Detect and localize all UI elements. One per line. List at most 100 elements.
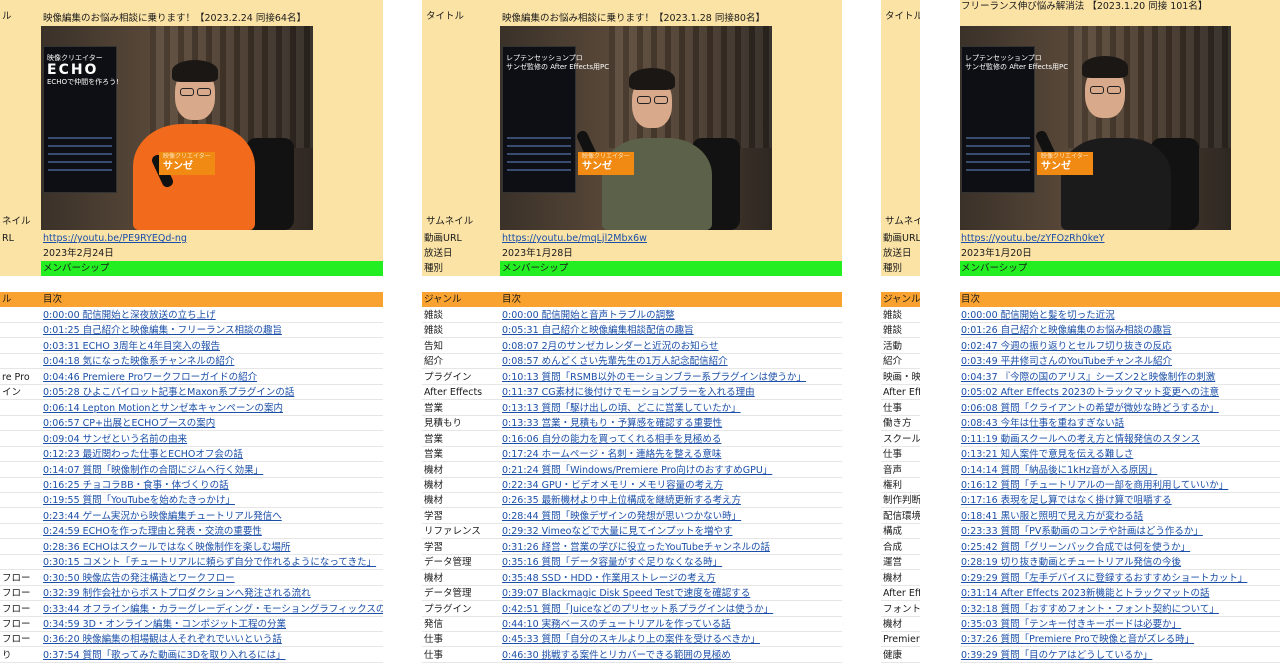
toc-entry-link[interactable]: 0:06:57 CP+出展とECHOブースの案内 (43, 418, 215, 429)
toc-entry-link[interactable]: 0:03:49 平井修司さんのYouTubeチャンネル紹介 (961, 356, 1172, 367)
toc-cell[interactable]: 0:33:44 オフライン編集・カラーグレーディング・モーショングラフィックスの… (41, 602, 383, 617)
toc-entry-link[interactable]: 0:06:08 質問「クライアントの希望が微妙な時どうするか」 (961, 403, 1219, 414)
toc-cell[interactable]: 0:28:36 ECHOはスクールではなく映像制作を楽しむ場所 (41, 540, 383, 555)
toc-cell[interactable]: 0:04:18 気になった映像系チャンネルの紹介 (41, 354, 383, 369)
toc-entry-link[interactable]: 0:30:15 コメント「チュートリアルに頼らず自分で作れるようになってきた」 (43, 557, 376, 568)
toc-cell[interactable]: 0:36:20 映像編集の相場観は人それぞれでいいという話 (41, 632, 383, 647)
toc-cell[interactable]: 0:42:51 質問「Juiceなどのプリセット系プラグインは使うか」 (500, 602, 842, 617)
toc-entry-link[interactable]: 0:34:59 3D・オンライン編集・コンポジット工程の分業 (43, 619, 286, 630)
toc-cell[interactable]: 0:13:13 質問「駆け出しの頃、どこに営業していたか」 (500, 401, 842, 416)
toc-entry-link[interactable]: 0:17:24 ホームページ・名刺・連絡先を整える意味 (502, 449, 721, 460)
toc-entry-link[interactable]: 0:16:25 チョコラBB・食事・体づくりの話 (43, 480, 229, 491)
toc-cell[interactable]: 0:11:19 動画スクールへの考え方と情報発信のスタンス (959, 432, 1280, 447)
toc-cell[interactable]: 0:35:16 質問「データ容量がすぐ足りなくなる時」 (500, 555, 842, 570)
toc-entry-link[interactable]: 0:00:00 配信開始と深夜放送の立ち上げ (43, 310, 216, 321)
toc-cell[interactable]: 0:34:59 3D・オンライン編集・コンポジット工程の分業 (41, 617, 383, 632)
toc-entry-link[interactable]: 0:11:37 CG素材に後付けでモーションブラーを入れる理由 (502, 387, 755, 398)
toc-entry-link[interactable]: 0:25:42 質問「グリーンバック合成では何を使うか」 (961, 542, 1190, 553)
toc-cell[interactable]: 0:09:04 サンゼという名前の由来 (41, 432, 383, 447)
toc-cell[interactable]: 0:32:18 質問「おすすめフォント・フォント契約について」 (959, 602, 1280, 617)
toc-cell[interactable]: 0:25:42 質問「グリーンバック合成では何を使うか」 (959, 540, 1280, 555)
toc-entry-link[interactable]: 0:02:47 今週の振り返りとセルフ切り抜きの反応 (961, 341, 1172, 352)
toc-entry-link[interactable]: 0:04:37 『今際の国のアリス』シーズン2と映像制作の刺激 (961, 372, 1215, 383)
toc-cell[interactable]: 0:45:33 質問「自分のスキルより上の案件を受けるべきか」 (500, 632, 842, 647)
toc-entry-link[interactable]: 0:35:16 質問「データ容量がすぐ足りなくなる時」 (502, 557, 722, 568)
toc-entry-link[interactable]: 0:29:29 質問「左手デバイスに登録するおすすめショートカット」 (961, 573, 1247, 584)
toc-cell[interactable]: 0:24:59 ECHOを作った理由と発表・交流の重要性 (41, 524, 383, 539)
toc-cell[interactable]: 0:32:39 制作会社からポストプロダクションへ発注される流れ (41, 586, 383, 601)
toc-entry-link[interactable]: 0:13:21 知人案件で意見を伝える難しさ (961, 449, 1133, 460)
video-thumbnail[interactable]: 映像クリエイター サンゼ レプテンセッションプロ サンゼ監修の After Eff… (959, 26, 1231, 230)
toc-cell[interactable]: 0:12:23 最近関わった仕事とECHOオフ会の話 (41, 447, 383, 462)
toc-cell[interactable]: 0:08:43 今年は仕事を重ねすぎない話 (959, 416, 1280, 431)
toc-cell[interactable]: 0:35:03 質問「テンキー付きキーボードは必要か」 (959, 617, 1280, 632)
toc-entry-link[interactable]: 0:30:50 映像広告の発注構造とワークフロー (43, 573, 235, 584)
toc-cell[interactable]: 0:00:00 配信開始と音声トラブルの調整 (500, 308, 842, 323)
toc-cell[interactable]: 0:19:55 質問「YouTubeを始めたきっかけ」 (41, 493, 383, 508)
toc-cell[interactable]: 0:37:54 質問「歌ってみた動画に3Dを取り入れるには」 (41, 648, 383, 663)
toc-cell[interactable]: 0:31:14 After Effects 2023新機能とトラックマットの話 (959, 586, 1280, 601)
toc-cell[interactable]: 0:23:33 質問「PV系動画のコンテや計画はどう作るか」 (959, 524, 1280, 539)
toc-cell[interactable]: 0:39:07 Blackmagic Disk Speed Testで速度を確認… (500, 586, 842, 601)
toc-entry-link[interactable]: 0:08:43 今年は仕事を重ねすぎない話 (961, 418, 1124, 429)
toc-entry-link[interactable]: 0:39:29 質問「目のケアはどうしているか」 (961, 650, 1152, 661)
toc-cell[interactable]: 0:05:02 After Effects 2023のトラックマット変更への注意 (959, 385, 1280, 400)
toc-entry-link[interactable]: 0:39:07 Blackmagic Disk Speed Testで速度を確認… (502, 588, 750, 599)
toc-entry-link[interactable]: 0:21:24 質問「Windows/Premiere Pro向けのおすすめGP… (502, 465, 772, 476)
toc-entry-link[interactable]: 0:37:26 質問「Premiere Proで映像と音がズレる時」 (961, 634, 1194, 645)
toc-entry-link[interactable]: 0:14:07 質問「映像制作の合間にジムへ行く効果」 (43, 465, 263, 476)
toc-entry-link[interactable]: 0:18:41 黒い服と照明で見え方が変わる話 (961, 511, 1143, 522)
toc-entry-link[interactable]: 0:05:31 自己紹介と映像編集相談配信の趣旨 (502, 325, 694, 336)
video-url-link[interactable]: https://youtu.be/zYFOzRh0keY (959, 231, 1280, 246)
toc-cell[interactable]: 0:02:47 今週の振り返りとセルフ切り抜きの反応 (959, 339, 1280, 354)
video-url-link[interactable]: https://youtu.be/mqLjl2Mbx6w (500, 231, 842, 246)
toc-entry-link[interactable]: 0:04:46 Premiere Proワークフローガイドの紹介 (43, 372, 257, 383)
toc-cell[interactable]: 0:04:37 『今際の国のアリス』シーズン2と映像制作の刺激 (959, 370, 1280, 385)
toc-entry-link[interactable]: 0:28:36 ECHOはスクールではなく映像制作を楽しむ場所 (43, 542, 290, 553)
toc-entry-link[interactable]: 0:13:13 質問「駆け出しの頃、どこに営業していたか」 (502, 403, 741, 414)
toc-entry-link[interactable]: 0:32:18 質問「おすすめフォント・フォント契約について」 (961, 604, 1219, 615)
toc-cell[interactable]: 0:16:06 自分の能力を買ってくれる相手を見極める (500, 432, 842, 447)
toc-cell[interactable]: 0:37:26 質問「Premiere Proで映像と音がズレる時」 (959, 632, 1280, 647)
toc-entry-link[interactable]: 0:42:51 質問「Juiceなどのプリセット系プラグインは使うか」 (502, 604, 773, 615)
toc-entry-link[interactable]: 0:35:03 質問「テンキー付きキーボードは必要か」 (961, 619, 1181, 630)
toc-cell[interactable]: 0:01:25 自己紹介と映像編集・フリーランス相談の趣旨 (41, 323, 383, 338)
toc-cell[interactable]: 0:08:07 2月のサンゼカレンダーと近況のお知らせ (500, 339, 842, 354)
toc-cell[interactable]: 0:39:29 質問「目のケアはどうしているか」 (959, 648, 1280, 663)
toc-cell[interactable]: 0:31:26 経営・営業の学びに役立ったYouTubeチャンネルの話 (500, 540, 842, 555)
toc-entry-link[interactable]: 0:05:28 ひよこパイロット記事とMaxon系プラグインの話 (43, 387, 294, 398)
toc-cell[interactable]: 0:44:10 実務ベースのチュートリアルを作っている話 (500, 617, 842, 632)
toc-entry-link[interactable]: 0:13:33 営業・見積もり・予算感を確認する重要性 (502, 418, 722, 429)
toc-cell[interactable]: 0:13:33 営業・見積もり・予算感を確認する重要性 (500, 416, 842, 431)
toc-cell[interactable]: 0:04:46 Premiere Proワークフローガイドの紹介 (41, 370, 383, 385)
toc-entry-link[interactable]: 0:36:20 映像編集の相場観は人それぞれでいいという話 (43, 634, 282, 645)
toc-cell[interactable]: 0:00:00 配信開始と深夜放送の立ち上げ (41, 308, 383, 323)
toc-entry-link[interactable]: 0:16:12 質問「チュートリアルの一部を商用利用していいか」 (961, 480, 1228, 491)
toc-entry-link[interactable]: 0:09:04 サンゼという名前の由来 (43, 434, 187, 445)
toc-entry-link[interactable]: 0:23:44 ゲーム実況から映像編集チュートリアル発信へ (43, 511, 282, 522)
toc-entry-link[interactable]: 0:08:57 めんどくさい先輩先生の1万人記念配信紹介 (502, 356, 728, 367)
toc-cell[interactable]: 0:35:48 SSD・HDD・作業用ストレージの考え方 (500, 571, 842, 586)
toc-cell[interactable]: 0:06:08 質問「クライアントの希望が微妙な時どうするか」 (959, 401, 1280, 416)
toc-entry-link[interactable]: 0:19:55 質問「YouTubeを始めたきっかけ」 (43, 495, 235, 506)
toc-entry-link[interactable]: 0:04:18 気になった映像系チャンネルの紹介 (43, 356, 234, 367)
toc-cell[interactable]: 0:10:13 質問「RSMB以外のモーションブラー系プラグインは使うか」 (500, 370, 842, 385)
toc-cell[interactable]: 0:05:28 ひよこパイロット記事とMaxon系プラグインの話 (41, 385, 383, 400)
toc-entry-link[interactable]: 0:01:25 自己紹介と映像編集・フリーランス相談の趣旨 (43, 325, 282, 336)
toc-cell[interactable]: 0:06:14 Lepton Motionとサンゼ本キャンペーンの案内 (41, 401, 383, 416)
toc-cell[interactable]: 0:26:35 最新機材より中上位構成を継続更新する考え方 (500, 493, 842, 508)
toc-entry-link[interactable]: 0:46:30 挑戦する案件とリカバーできる範囲の見極め (502, 650, 731, 661)
toc-entry-link[interactable]: 0:44:10 実務ベースのチュートリアルを作っている話 (502, 619, 731, 630)
toc-entry-link[interactable]: 0:03:31 ECHO 3周年と4年目突入の報告 (43, 341, 220, 352)
toc-cell[interactable]: 0:23:44 ゲーム実況から映像編集チュートリアル発信へ (41, 509, 383, 524)
toc-entry-link[interactable]: 0:29:32 Vimeoなどで大量に見てインプットを増やす (502, 526, 733, 537)
toc-cell[interactable]: 0:14:14 質問「納品後に1kHz音が入る原因」 (959, 463, 1280, 478)
toc-entry-link[interactable]: 0:11:19 動画スクールへの考え方と情報発信のスタンス (961, 434, 1200, 445)
toc-entry-link[interactable]: 0:28:44 質問「映像デザインの発想が思いつかない時」 (502, 511, 741, 522)
toc-cell[interactable]: 0:00:00 配信開始と髪を切った近況 (959, 308, 1280, 323)
toc-cell[interactable]: 0:05:31 自己紹介と映像編集相談配信の趣旨 (500, 323, 842, 338)
toc-entry-link[interactable]: 0:28:19 切り抜き動画とチュートリアル発信の今後 (961, 557, 1181, 568)
video-thumbnail[interactable]: 映像クリエイター サンゼ レプテンセッションプロ サンゼ監修の After Eff… (500, 26, 772, 230)
toc-cell[interactable]: 0:28:19 切り抜き動画とチュートリアル発信の今後 (959, 555, 1280, 570)
toc-entry-link[interactable]: 0:23:33 質問「PV系動画のコンテや計画はどう作るか」 (961, 526, 1203, 537)
